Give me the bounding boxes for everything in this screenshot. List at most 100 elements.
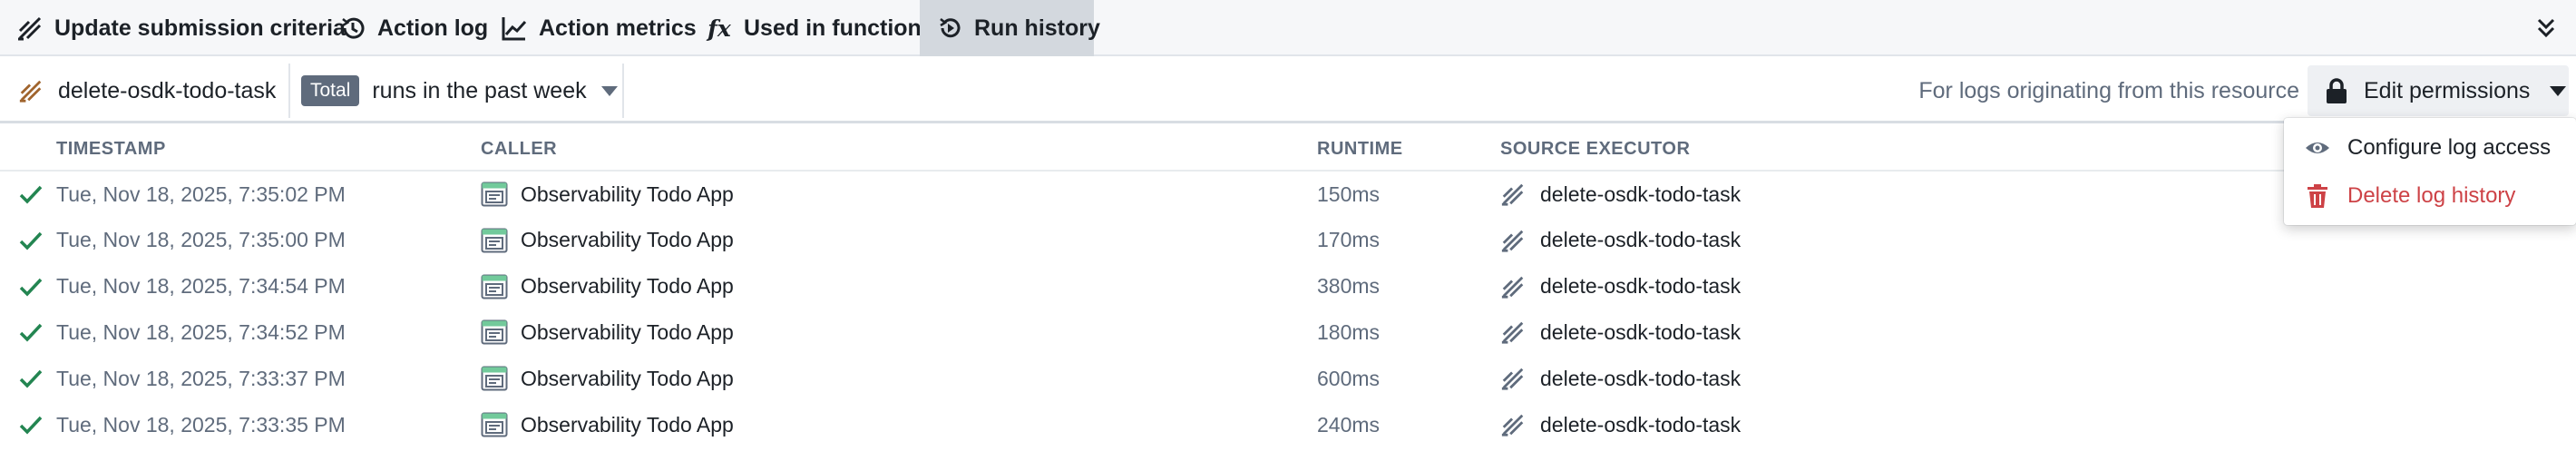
- timestamp-cell: Tue, Nov 18, 2025, 7:33:37 PM: [56, 366, 346, 390]
- source-executor-cell[interactable]: delete-osdk-todo-task: [1500, 309, 1741, 355]
- timestamp-cell: Tue, Nov 18, 2025, 7:34:54 PM: [56, 274, 346, 299]
- check-icon: [19, 324, 43, 342]
- caret-down-icon: [2550, 85, 2567, 96]
- column-header-caller[interactable]: CALLER: [481, 126, 557, 172]
- runtime-cell: 150ms: [1317, 182, 1381, 206]
- total-badge: Total: [301, 75, 360, 106]
- column-header-source-executor[interactable]: SOURCE EXECUTOR: [1500, 126, 1690, 172]
- check-icon: [19, 416, 43, 435]
- caller-cell[interactable]: Observability Todo App: [481, 172, 734, 217]
- tab-update-submission-criteria[interactable]: Update submission criteria: [0, 0, 362, 56]
- history-icon: [339, 15, 366, 42]
- application-icon: [481, 182, 508, 207]
- collapse-icon[interactable]: [2532, 15, 2560, 42]
- lock-icon: [2327, 78, 2347, 103]
- caret-down-icon: [600, 85, 618, 96]
- time-range-label: runs in the past week: [372, 77, 587, 103]
- tab-action-log[interactable]: Action log: [323, 0, 504, 56]
- delete-log-history-item[interactable]: Delete log history: [2284, 172, 2576, 220]
- executor-icon: [1501, 322, 1524, 344]
- column-header-runtime[interactable]: RUNTIME: [1317, 126, 1403, 172]
- executor-icon: [1501, 183, 1524, 206]
- resource-name: delete-osdk-todo-task: [58, 77, 277, 103]
- filter-bar: delete-osdk-todo-task Total runs in the …: [0, 58, 2576, 123]
- source-executor-cell[interactable]: delete-osdk-todo-task: [1500, 402, 1741, 447]
- check-icon: [19, 278, 43, 297]
- table-row[interactable]: Tue, Nov 18, 2025, 7:35:00 PM Observabili…: [0, 218, 2576, 263]
- runtime-cell: 180ms: [1317, 319, 1381, 344]
- timestamp-cell: Tue, Nov 18, 2025, 7:35:00 PM: [56, 228, 346, 252]
- tab-label: Action log: [377, 15, 489, 41]
- tab-bar: Update submission criteria Action log Ac…: [0, 0, 2576, 56]
- edit-permissions-label: Edit permissions: [2364, 77, 2531, 103]
- permissions-menu: Configure log access Delete log history: [2284, 118, 2576, 225]
- runtime-cell: 240ms: [1317, 412, 1381, 437]
- timestamp-cell: Tue, Nov 18, 2025, 7:34:52 PM: [56, 319, 346, 344]
- tab-label: Used in functions: [744, 15, 934, 41]
- source-executor-cell[interactable]: delete-osdk-todo-task: [1500, 264, 1741, 309]
- caller-name: Observability Todo App: [521, 319, 734, 344]
- check-icon: [19, 369, 43, 388]
- delete-log-history-label: Delete log history: [2347, 183, 2516, 208]
- table-row[interactable]: Tue, Nov 18, 2025, 7:34:52 PM Observabili…: [0, 309, 2576, 355]
- trash-icon: [2308, 184, 2327, 208]
- caller-cell[interactable]: Observability Todo App: [481, 264, 734, 309]
- divider: [622, 64, 624, 118]
- caller-cell[interactable]: Observability Todo App: [481, 218, 734, 263]
- executor-name: delete-osdk-todo-task: [1540, 319, 1742, 344]
- configure-log-access-label: Configure log access: [2347, 135, 2552, 160]
- tab-used-in-functions[interactable]: fx Used in functions: [689, 0, 951, 56]
- tab-label: Update submission criteria: [54, 15, 346, 41]
- executor-name: delete-osdk-todo-task: [1540, 182, 1742, 206]
- application-icon: [481, 412, 508, 437]
- executor-icon: [1501, 414, 1524, 437]
- tab-action-metrics[interactable]: Action metrics: [484, 0, 713, 56]
- divider: [288, 64, 290, 118]
- table-row[interactable]: Tue, Nov 18, 2025, 7:35:02 PM Observabili…: [0, 172, 2576, 217]
- timestamp-cell: Tue, Nov 18, 2025, 7:33:35 PM: [56, 412, 346, 437]
- executor-icon: [1501, 230, 1524, 252]
- logs-note: For logs originating from this resource: [1918, 77, 2299, 103]
- table-row[interactable]: Tue, Nov 18, 2025, 7:33:35 PM Observabili…: [0, 402, 2576, 447]
- line-chart-icon: [501, 15, 528, 42]
- runtime-cell: 170ms: [1317, 228, 1381, 252]
- timestamp-cell: Tue, Nov 18, 2025, 7:35:02 PM: [56, 182, 346, 206]
- caller-cell[interactable]: Observability Todo App: [481, 309, 734, 355]
- caller-name: Observability Todo App: [521, 412, 734, 437]
- table-header: TIMESTAMP CALLER RUNTIME SOURCE EXECUTOR: [0, 126, 2576, 172]
- caller-name: Observability Todo App: [521, 228, 734, 252]
- caller-name: Observability Todo App: [521, 182, 734, 206]
- executor-icon: [1501, 276, 1524, 299]
- executor-name: delete-osdk-todo-task: [1540, 412, 1742, 437]
- executor-name: delete-osdk-todo-task: [1540, 366, 1742, 390]
- application-icon: [481, 274, 508, 299]
- check-icon: [19, 231, 43, 250]
- table-row[interactable]: Tue, Nov 18, 2025, 7:33:37 PM Observabili…: [0, 356, 2576, 401]
- criteria-icon: [16, 15, 44, 42]
- application-icon: [481, 319, 508, 345]
- table-row[interactable]: Tue, Nov 18, 2025, 7:34:54 PM Observabili…: [0, 264, 2576, 309]
- runtime-cell: 380ms: [1317, 274, 1381, 299]
- resource-selector[interactable]: delete-osdk-todo-task: [18, 58, 276, 123]
- tab-run-history[interactable]: Run history: [920, 0, 1100, 56]
- source-executor-cell[interactable]: delete-osdk-todo-task: [1500, 218, 1741, 263]
- application-icon: [481, 366, 508, 391]
- tab-label: Run history: [974, 15, 1100, 41]
- caller-cell[interactable]: Observability Todo App: [481, 402, 734, 447]
- column-header-timestamp[interactable]: TIMESTAMP: [56, 126, 166, 172]
- caller-name: Observability Todo App: [521, 366, 734, 390]
- check-icon: [19, 185, 43, 204]
- configure-log-access-item[interactable]: Configure log access: [2284, 124, 2576, 172]
- tab-label: Action metrics: [539, 15, 697, 41]
- caller-name: Observability Todo App: [521, 274, 734, 299]
- executor-icon: [1501, 368, 1524, 390]
- executor-name: delete-osdk-todo-task: [1540, 274, 1742, 299]
- source-executor-cell[interactable]: delete-osdk-todo-task: [1500, 356, 1741, 401]
- caller-cell[interactable]: Observability Todo App: [481, 356, 734, 401]
- edit-permissions-button[interactable]: Edit permissions: [2308, 65, 2569, 116]
- source-executor-cell[interactable]: delete-osdk-todo-task: [1500, 172, 1741, 217]
- time-range-selector[interactable]: Total runs in the past week: [301, 58, 618, 123]
- function-icon: fx: [707, 15, 731, 42]
- application-icon: [481, 228, 508, 253]
- eye-icon: [2306, 142, 2329, 153]
